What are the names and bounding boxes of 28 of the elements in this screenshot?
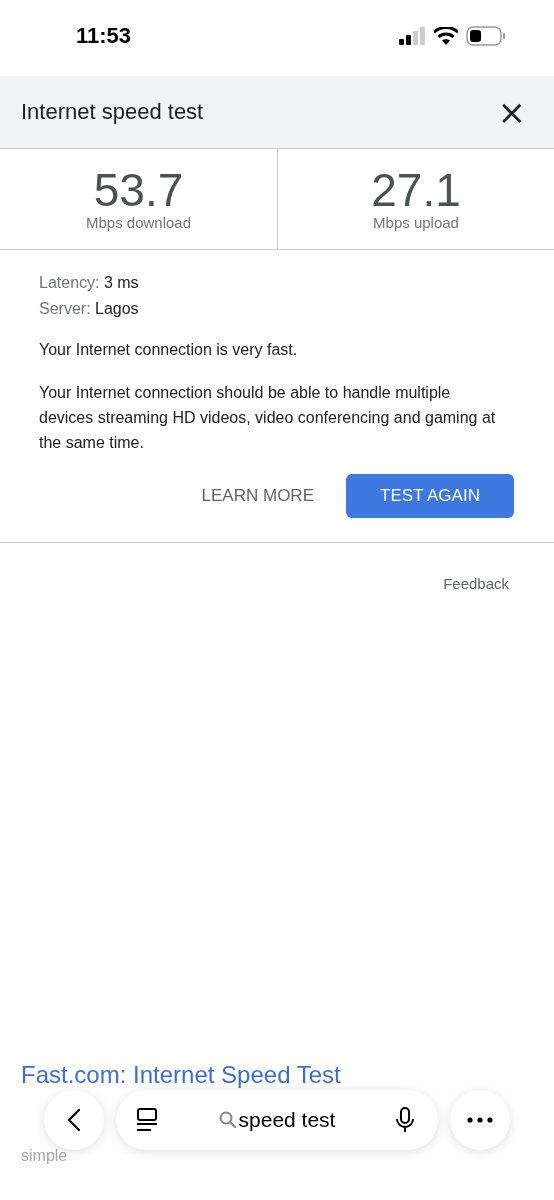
learn-more-button[interactable]: LEARN MORE [201,478,314,514]
microphone-icon[interactable] [396,1107,414,1133]
address-bar[interactable]: speed test [116,1090,438,1150]
speed-unit: Mbps upload [373,214,459,231]
search-query: speed test [238,1108,336,1132]
clock-time: 11:53 [76,23,132,49]
more-button[interactable] [450,1090,510,1150]
panel-title: Internet speed test [21,99,204,125]
description-text: Your Internet connection should be able to handle multiple devices streaming HD videos, video conferencing and gaming at the same time. [39,383,497,453]
wifi-icon [434,27,458,45]
back-icon [67,1108,81,1132]
battery-icon [466,26,506,46]
search-icon [218,1111,237,1129]
signal-icon [399,27,426,45]
speed-value: 27.1 [371,167,461,213]
speed-value: 53.7 [93,167,184,213]
tabs-icon [136,1108,158,1132]
result-snippet: simple [21,1147,69,1165]
detail-line: Latency: 3 ms [39,273,140,293]
back-button[interactable] [44,1090,104,1150]
speed-unit: Mbps download [85,214,192,231]
result-link[interactable]: Fast.com: Internet Speed Test [21,1063,341,1087]
close-button[interactable]: × [493,95,530,129]
summary-text: Your Internet connection is very fast. [39,340,299,360]
more-icon [467,1117,493,1123]
test-again-button[interactable]: TEST AGAIN [346,474,514,518]
detail-line: Server: Lagos [39,299,140,319]
feedback-link[interactable]: Feedback [443,575,509,592]
